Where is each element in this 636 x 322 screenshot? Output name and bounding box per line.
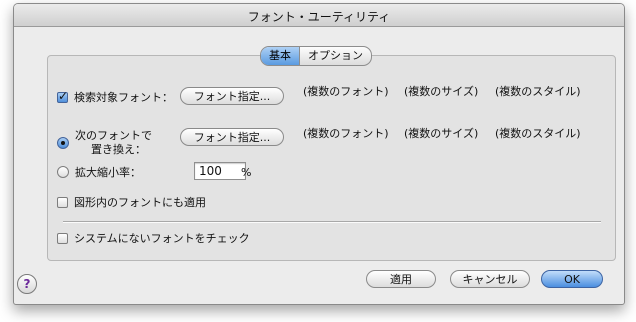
apply-in-shapes-row: 図形内のフォントにも適用: [57, 194, 206, 210]
tab-options[interactable]: オプション: [300, 47, 371, 65]
replace-font-radio[interactable]: [57, 137, 69, 149]
tab-bar: 基本 オプション: [260, 46, 372, 66]
cancel-button[interactable]: キャンセル: [450, 270, 530, 288]
replace-font-specify-button[interactable]: フォント指定...: [180, 128, 284, 146]
check-missing-checkbox[interactable]: [57, 232, 68, 244]
search-font-label: 検索対象フォント：: [74, 91, 173, 104]
check-missing-row: システムにないフォントをチェック: [57, 230, 250, 246]
replace-font-label-line1: 次のフォントで: [75, 129, 152, 142]
font-utility-dialog: フォント・ユーティリティ 基本 オプション 検索対象フォント： フォント指定..…: [13, 3, 625, 305]
help-icon[interactable]: ?: [17, 274, 37, 294]
divider: [63, 221, 601, 223]
window-title: フォント・ユーティリティ: [247, 10, 391, 24]
replace-font-size: (複数のサイズ): [404, 127, 479, 140]
title-bar[interactable]: フォント・ユーティリティ: [14, 4, 624, 27]
apply-in-shapes-checkbox[interactable]: [57, 196, 68, 208]
scale-unit: %: [241, 166, 252, 179]
search-font-name: (複数のフォント): [303, 85, 389, 98]
apply-in-shapes-label: 図形内のフォントにも適用: [74, 196, 206, 209]
replace-font-label-line2: 置き換え：: [91, 143, 146, 156]
scale-label: 拡大縮小率：: [75, 166, 141, 179]
scale-input[interactable]: 100: [194, 162, 246, 180]
search-font-size: (複数のサイズ): [404, 85, 479, 98]
replace-font-label: 次のフォントで 置き換え：: [75, 129, 152, 157]
search-font-specify-button[interactable]: フォント指定...: [180, 87, 284, 105]
search-font-row: 検索対象フォント：: [57, 89, 173, 105]
search-font-style: (複数のスタイル): [495, 85, 581, 98]
ok-button[interactable]: OK: [541, 270, 603, 288]
search-font-checkbox[interactable]: [57, 89, 68, 103]
tab-basic[interactable]: 基本: [261, 47, 300, 65]
replace-font-name: (複数のフォント): [303, 127, 389, 140]
replace-font-row: 次のフォントで 置き換え：: [57, 129, 152, 157]
scale-radio[interactable]: [57, 166, 69, 178]
scale-row: 拡大縮小率：: [57, 164, 141, 180]
apply-button[interactable]: 適用: [366, 270, 436, 288]
check-missing-label: システムにないフォントをチェック: [74, 232, 250, 245]
replace-font-style: (複数のスタイル): [495, 127, 581, 140]
